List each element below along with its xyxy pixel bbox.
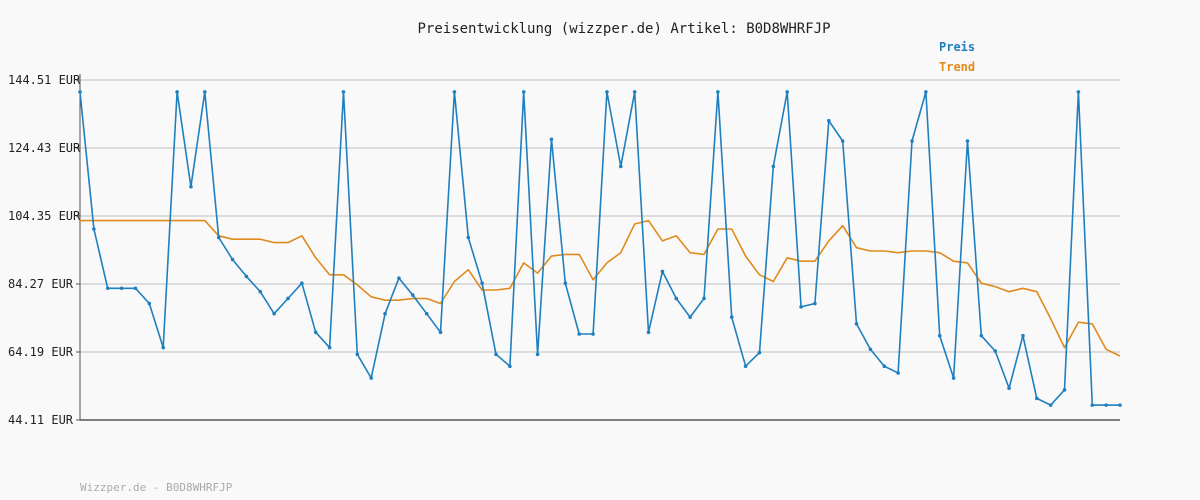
data-point-preis: [133, 286, 138, 291]
data-point-preis: [591, 332, 595, 336]
data-point-preis: [313, 330, 318, 335]
data-point-preis: [632, 90, 637, 94]
data-point-preis: [993, 349, 997, 353]
legend-item-trend: Trend: [939, 60, 975, 74]
data-point-preis: [494, 352, 498, 357]
data-point-preis: [577, 332, 581, 336]
data-point-preis: [563, 281, 568, 286]
data-point-preis: [549, 137, 554, 142]
chart-svg: Preisentwicklung (wizzper.de) Artikel: B…: [8, 21, 1122, 494]
data-point-preis: [965, 139, 970, 143]
data-point-preis: [924, 90, 928, 94]
data-point-preis: [189, 184, 193, 189]
y-tick-label: 124.43 EUR: [8, 141, 81, 155]
data-point-preis: [757, 350, 762, 355]
data-point-preis: [813, 301, 817, 306]
data-point-preis: [979, 333, 984, 338]
data-point-preis: [383, 311, 387, 316]
data-point-preis: [729, 315, 734, 319]
data-point-preis: [411, 293, 415, 297]
data-point-preis: [910, 139, 914, 143]
data-point-preis: [674, 296, 679, 301]
data-point-preis: [827, 118, 831, 123]
data-point-preis: [244, 274, 249, 279]
data-point-preis: [161, 345, 165, 350]
y-tick-label: 144.51 EUR: [8, 73, 81, 87]
chart-title: Preisentwicklung (wizzper.de) Artikel: B…: [417, 21, 830, 37]
data-point-preis: [854, 322, 859, 326]
data-point-preis: [605, 90, 609, 94]
data-point-preis: [1007, 386, 1011, 391]
data-point-preis: [882, 364, 887, 368]
data-point-preis: [397, 276, 401, 280]
data-point-preis: [175, 90, 179, 94]
data-point-preis: [286, 296, 290, 301]
data-point-preis: [230, 257, 235, 262]
data-point-preis: [452, 90, 457, 94]
data-point-preis: [716, 90, 720, 94]
data-point-preis: [646, 330, 651, 335]
data-point-preis: [508, 364, 512, 368]
data-point-preis: [203, 90, 207, 94]
data-point-preis: [327, 345, 332, 350]
data-point-preis: [480, 281, 484, 286]
legend-item-preis: Preis: [939, 40, 975, 54]
data-point-preis: [272, 311, 276, 316]
series-line-preis: [79, 91, 1120, 406]
data-point-preis: [868, 347, 873, 352]
data-point-preis: [702, 296, 706, 301]
data-point-preis: [660, 269, 665, 274]
y-tick-label: 104.35 EUR: [8, 209, 81, 223]
data-point-preis: [743, 364, 748, 368]
data-point-preis: [937, 333, 942, 338]
data-point-preis: [438, 330, 443, 335]
data-point-preis: [1062, 388, 1067, 392]
data-point-preis: [147, 301, 152, 306]
data-point-preis: [466, 235, 471, 240]
data-point-preis: [619, 164, 623, 169]
data-point-preis: [105, 286, 110, 291]
data-point-preis: [771, 164, 776, 169]
data-point-preis: [799, 305, 803, 309]
data-point-preis: [341, 90, 346, 94]
y-tick-label: 64.19 EUR: [8, 345, 74, 359]
y-tick-label: 84.27 EUR: [8, 277, 74, 291]
data-point-preis: [355, 352, 360, 357]
data-point-preis: [521, 90, 526, 94]
data-point-preis: [92, 227, 96, 231]
legend: Preis Trend: [939, 40, 975, 74]
data-point-preis: [1090, 403, 1095, 407]
data-point-preis: [369, 376, 374, 380]
data-point-preis: [535, 352, 540, 357]
data-point-preis: [785, 90, 789, 94]
series-line-trend: [80, 219, 1121, 357]
price-chart: Preisentwicklung (wizzper.de) Artikel: B…: [0, 0, 1200, 500]
y-tick-label: 44.11 EUR: [8, 413, 74, 427]
data-point-preis: [78, 90, 82, 94]
data-point-preis: [300, 281, 304, 286]
data-point-preis: [1118, 403, 1122, 407]
data-point-preis: [1035, 396, 1039, 401]
series-layer: [78, 90, 1122, 407]
data-point-preis: [1048, 403, 1053, 407]
data-point-preis: [216, 235, 221, 240]
data-point-preis: [424, 311, 429, 316]
data-point-preis: [119, 286, 124, 291]
data-point-preis: [1021, 333, 1025, 338]
data-point-preis: [258, 289, 263, 294]
data-point-preis: [896, 371, 900, 375]
data-point-preis: [840, 139, 845, 143]
data-point-preis: [688, 315, 692, 319]
data-point-preis: [951, 376, 956, 380]
data-point-preis: [1104, 403, 1108, 407]
data-point-preis: [1076, 90, 1081, 94]
footer-credit: Wizzper.de - B0D8WHRFJP: [80, 481, 233, 494]
